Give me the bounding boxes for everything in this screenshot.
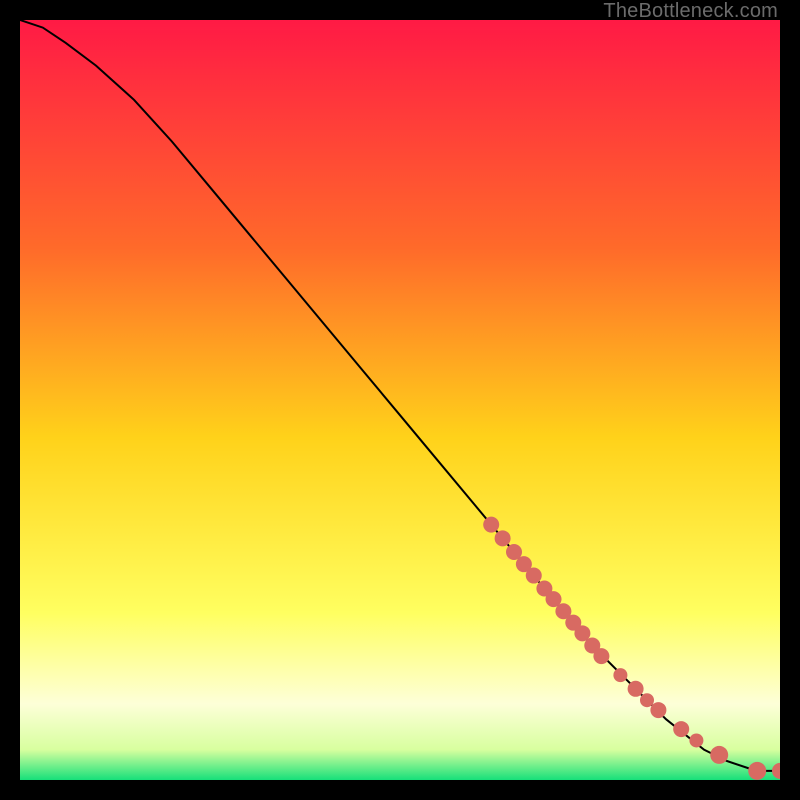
data-marker <box>495 530 511 546</box>
data-marker <box>689 733 703 747</box>
chart-container: TheBottleneck.com <box>0 0 800 800</box>
data-marker <box>483 517 499 533</box>
data-marker <box>650 702 666 718</box>
data-marker <box>593 648 609 664</box>
gradient-background <box>20 20 780 780</box>
data-marker <box>640 693 654 707</box>
data-marker <box>526 568 542 584</box>
data-marker <box>748 762 766 780</box>
bottleneck-chart <box>20 20 780 780</box>
data-marker <box>710 746 728 764</box>
data-marker <box>673 721 689 737</box>
data-marker <box>628 681 644 697</box>
data-marker <box>613 668 627 682</box>
